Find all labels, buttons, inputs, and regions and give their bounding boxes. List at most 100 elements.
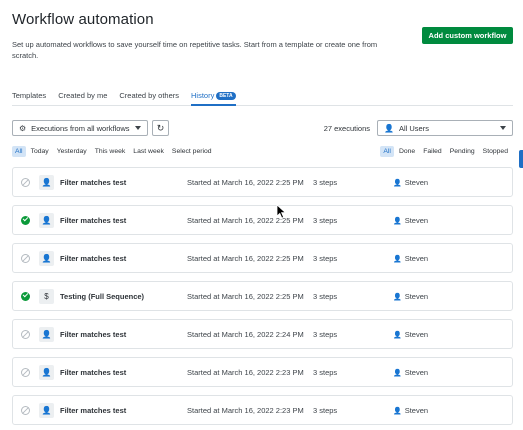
status-filter-failed[interactable]: Failed <box>420 146 445 157</box>
started-at: Started at March 16, 2022 2:25 PM <box>187 292 304 301</box>
person-icon: 👤 <box>41 253 52 263</box>
time-filter-today[interactable]: Today <box>28 146 52 157</box>
page-title: Workflow automation <box>12 11 154 28</box>
add-custom-workflow-button[interactable]: Add custom workflow <box>422 27 513 44</box>
execution-row[interactable]: 👤 Filter matches test Started at March 1… <box>12 205 513 235</box>
workflow-type-icon: 👤 <box>39 403 54 418</box>
executions-count: 27 executions <box>323 124 370 133</box>
person-icon: 👤 <box>41 405 52 415</box>
tab-label: Templates <box>12 91 47 100</box>
disabled-status-icon <box>21 178 30 187</box>
started-at: Started at March 16, 2022 2:23 PM <box>187 368 304 377</box>
workflow-name: Filter matches test <box>60 406 127 415</box>
user-name: Steven <box>404 254 429 263</box>
workflow-type-icon: 👤 <box>39 175 54 190</box>
status-filter-stopped[interactable]: Stopped <box>480 146 511 157</box>
mouse-cursor-icon <box>276 204 287 219</box>
executions-filter-select[interactable]: ⚙ Executions from all workflows <box>12 120 148 136</box>
workflow-type-icon: 👤 <box>39 213 54 228</box>
execution-row[interactable]: 👤 Filter matches test Started at March 1… <box>12 167 513 197</box>
users-filter-value: All Users <box>398 123 429 133</box>
execution-row[interactable]: 👤 Filter matches test Started at March 1… <box>12 319 513 349</box>
executed-by: 👤 Steven <box>393 254 428 263</box>
disabled-status-icon <box>21 368 30 377</box>
workflow-type-icon: $ <box>39 289 54 304</box>
steps-count: 3 steps <box>313 216 338 225</box>
page-description: Set up automated workflows to save yours… <box>12 40 378 60</box>
started-at: Started at March 16, 2022 2:23 PM <box>187 406 304 415</box>
steps-count: 3 steps <box>313 178 338 187</box>
executed-by: 👤 Steven <box>393 330 428 339</box>
user-icon: 👤 <box>393 180 402 187</box>
status-filter-pending[interactable]: Pending <box>447 146 478 157</box>
disabled-status-icon <box>21 330 30 339</box>
execution-list: 👤 Filter matches test Started at March 1… <box>12 167 513 430</box>
user-icon: 👤 <box>393 294 402 301</box>
status-filters: All Done Failed Pending Stopped <box>380 146 511 157</box>
workflow-type-icon: 👤 <box>39 327 54 342</box>
started-at: Started at March 16, 2022 2:25 PM <box>187 178 304 187</box>
workflow-type-icon: 👤 <box>39 251 54 266</box>
executed-by: 👤 Steven <box>393 178 428 187</box>
steps-count: 3 steps <box>313 368 338 377</box>
tab-history[interactable]: History BETA <box>191 86 236 106</box>
users-filter-select[interactable]: 👤 All Users <box>377 120 513 136</box>
time-filters: All Today Yesterday This week Last week … <box>12 146 215 157</box>
status-filter-all[interactable]: All <box>380 146 394 157</box>
workflow-icon: ⚙ <box>19 123 27 133</box>
refresh-button[interactable]: ↻ <box>152 120 169 136</box>
workflow-name: Filter matches test <box>60 368 127 377</box>
user-icon: 👤 <box>393 256 402 263</box>
dollar-icon: $ <box>44 291 49 301</box>
success-status-icon <box>21 216 30 225</box>
chevron-down-icon <box>500 126 506 130</box>
started-at: Started at March 16, 2022 2:25 PM <box>187 254 304 263</box>
executed-by: 👤 Steven <box>393 368 428 377</box>
workflow-name: Testing (Full Sequence) <box>60 292 145 301</box>
started-at: Started at March 16, 2022 2:24 PM <box>187 330 304 339</box>
time-filter-last-week[interactable]: Last week <box>130 146 167 157</box>
disabled-status-icon <box>21 406 30 415</box>
steps-count: 3 steps <box>313 292 338 301</box>
success-status-icon <box>21 292 30 301</box>
steps-count: 3 steps <box>313 406 338 415</box>
workflow-type-icon: 👤 <box>39 365 54 380</box>
tab-created-by-me[interactable]: Created by me <box>58 86 107 106</box>
execution-row[interactable]: 👤 Filter matches test Started at March 1… <box>12 395 513 425</box>
user-icon: 👤 <box>384 123 394 133</box>
execution-row[interactable]: 👤 Filter matches test Started at March 1… <box>12 357 513 387</box>
status-filter-done[interactable]: Done <box>396 146 418 157</box>
refresh-icon: ↻ <box>156 122 165 133</box>
workflow-name: Filter matches test <box>60 178 127 187</box>
tab-templates[interactable]: Templates <box>12 86 46 106</box>
steps-count: 3 steps <box>313 254 338 263</box>
person-icon: 👤 <box>41 367 52 377</box>
user-icon: 👤 <box>393 408 402 415</box>
side-panel-handle[interactable] <box>519 150 523 168</box>
time-filter-this-week[interactable]: This week <box>92 146 129 157</box>
time-filter-select-period[interactable]: Select period <box>169 146 215 157</box>
chevron-down-icon <box>135 126 141 130</box>
tab-label: History <box>191 91 215 100</box>
person-icon: 👤 <box>41 329 52 339</box>
user-icon: 👤 <box>393 218 402 225</box>
user-name: Steven <box>404 368 429 377</box>
person-icon: 👤 <box>41 215 52 225</box>
time-filter-all[interactable]: All <box>12 146 26 157</box>
tab-created-by-others[interactable]: Created by others <box>119 86 179 106</box>
user-name: Steven <box>404 292 429 301</box>
executed-by: 👤 Steven <box>393 292 428 301</box>
user-name: Steven <box>404 216 429 225</box>
disabled-status-icon <box>21 254 30 263</box>
workflow-name: Filter matches test <box>60 254 127 263</box>
execution-row[interactable]: $ Testing (Full Sequence) Started at Mar… <box>12 281 513 311</box>
workflow-name: Filter matches test <box>60 216 127 225</box>
workflow-name: Filter matches test <box>60 330 127 339</box>
beta-badge: BETA <box>216 92 236 100</box>
execution-row[interactable]: 👤 Filter matches test Started at March 1… <box>12 243 513 273</box>
person-icon: 👤 <box>41 177 52 187</box>
steps-count: 3 steps <box>313 330 338 339</box>
time-filter-yesterday[interactable]: Yesterday <box>54 146 90 157</box>
user-icon: 👤 <box>393 370 402 377</box>
executed-by: 👤 Steven <box>393 216 428 225</box>
